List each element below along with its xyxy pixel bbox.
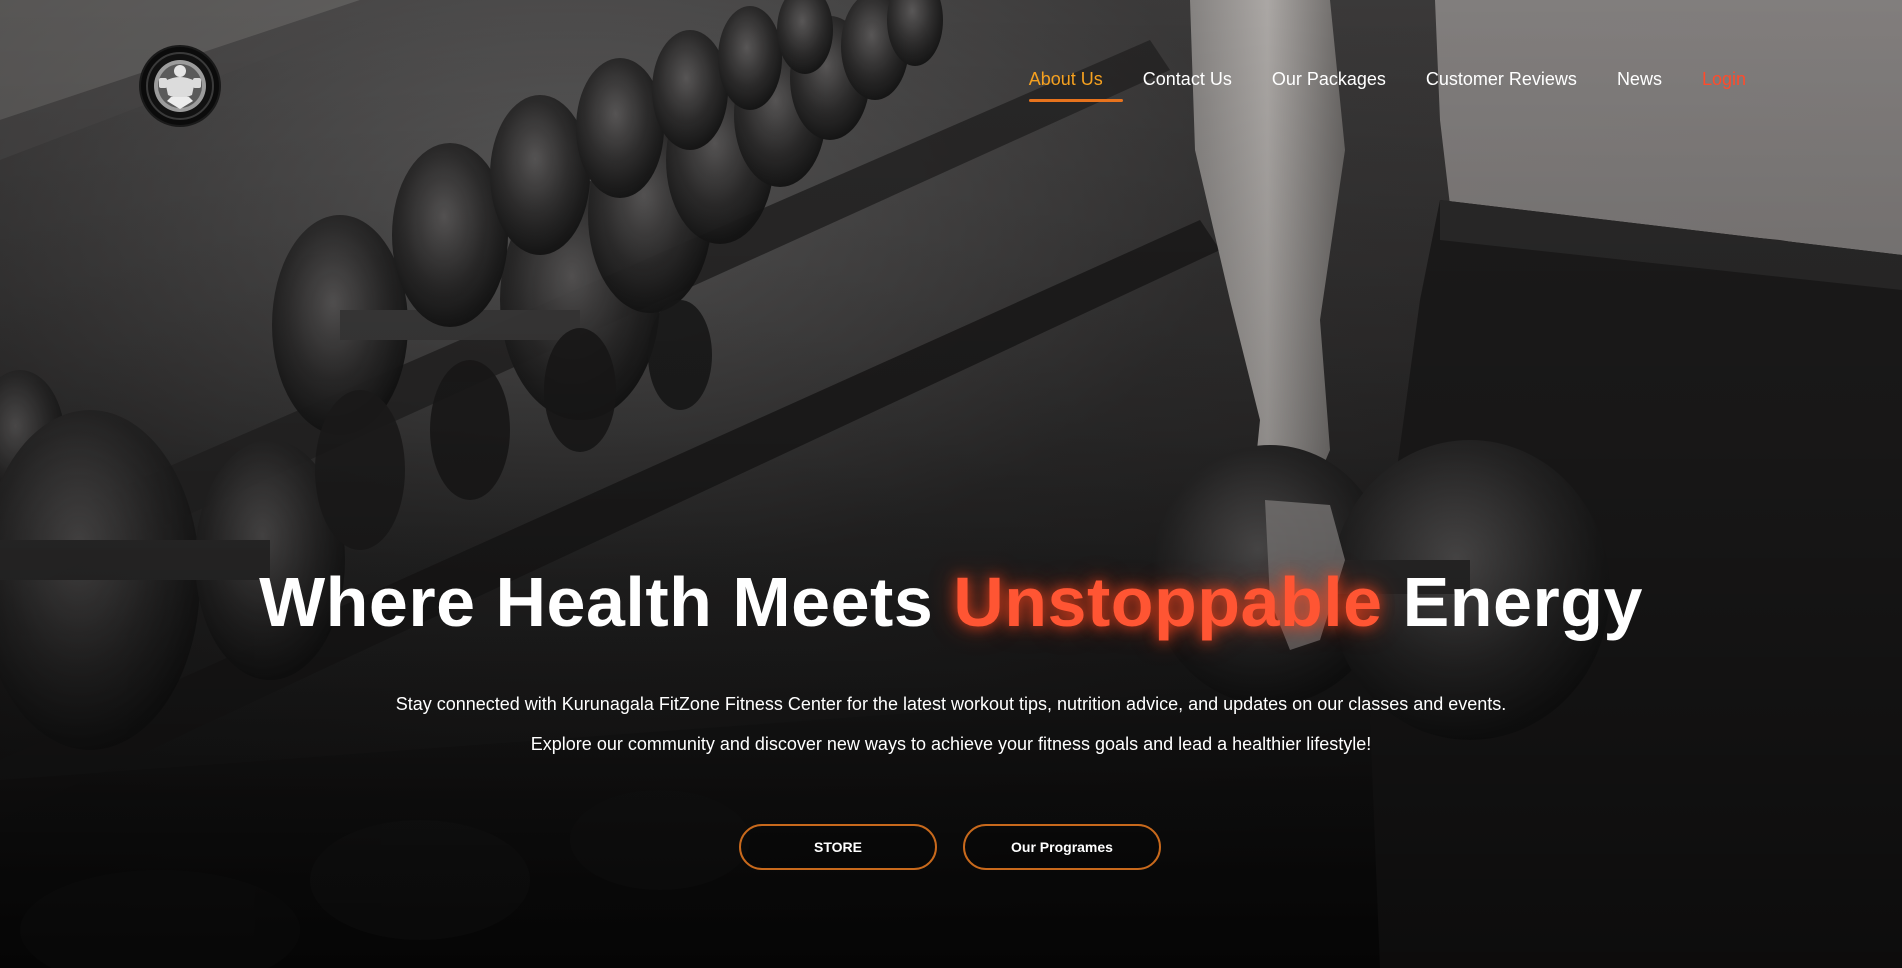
store-button[interactable]: STORE [739, 824, 937, 870]
headline-part1: Where Health Meets [259, 563, 934, 641]
our-programes-button[interactable]: Our Programes [963, 824, 1161, 870]
headline-part2: Energy [1402, 563, 1643, 641]
brand-logo[interactable] [141, 47, 219, 125]
bodybuilder-logo-icon [146, 52, 214, 120]
nav-our-packages[interactable]: Our Packages [1272, 66, 1386, 102]
nav-news[interactable]: News [1617, 66, 1662, 102]
nav-customer-reviews[interactable]: Customer Reviews [1426, 66, 1577, 102]
hero-subtitle-line1: Stay connected with Kurunagala FitZone F… [395, 694, 1507, 714]
nav-login[interactable]: Login [1702, 66, 1746, 102]
headline-accent: Unstoppable [953, 563, 1383, 641]
dark-overlay [0, 0, 1902, 968]
nav-contact-us[interactable]: Contact Us [1143, 66, 1232, 102]
hero-subtitle-line2: Explore our community and discover new w… [530, 734, 1372, 754]
hero-headline: Where Health Meets Unstoppable Energy [0, 562, 1902, 642]
main-nav: About Us Contact Us Our Packages Custome… [989, 66, 1746, 102]
nav-about-us[interactable]: About Us [1028, 66, 1123, 102]
hero-section: About Us Contact Us Our Packages Custome… [0, 0, 1902, 968]
